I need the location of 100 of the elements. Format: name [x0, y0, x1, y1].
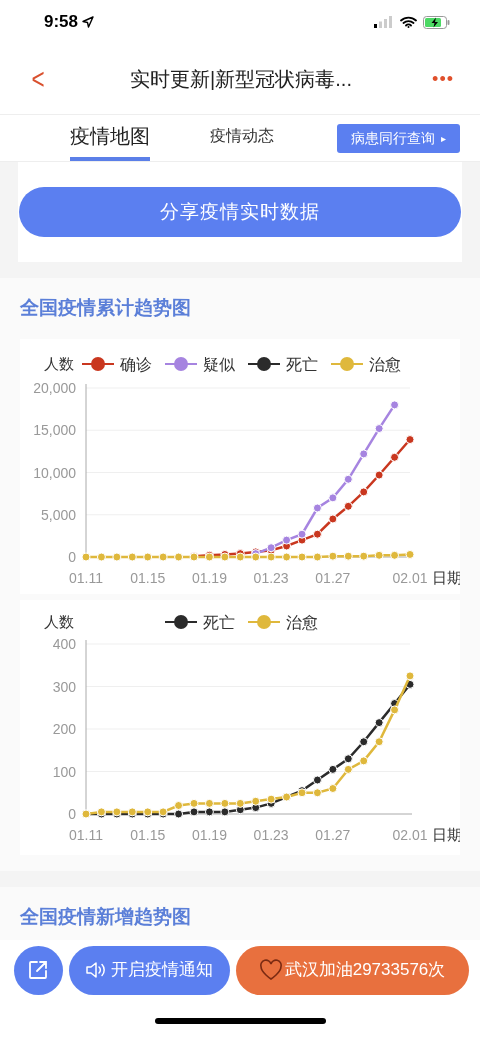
point — [374, 550, 384, 560]
notify-button[interactable]: 开启疫情通知 — [68, 945, 230, 995]
legend-label: 治愈 — [286, 613, 318, 631]
back-button[interactable]: < — [29, 64, 47, 94]
y-tick-label: 5,000 — [40, 506, 76, 523]
point — [374, 423, 384, 433]
legend-marker — [81, 356, 115, 371]
legend-label: 确诊 — [120, 355, 152, 373]
y-tick-label: 200 — [52, 720, 76, 737]
point — [312, 787, 322, 797]
point — [343, 753, 353, 763]
x-tick-label: 01.23 — [253, 826, 289, 843]
point — [374, 470, 384, 480]
legend-marker — [164, 356, 198, 371]
point — [174, 552, 184, 561]
point — [251, 552, 261, 561]
y-tick-label: 10,000 — [33, 464, 76, 480]
legend-marker — [164, 614, 198, 629]
point — [328, 783, 338, 793]
section-title: 全国疫情累计趋势图 — [19, 296, 192, 320]
point — [282, 535, 292, 545]
point — [81, 552, 91, 561]
point — [204, 798, 214, 808]
point — [343, 501, 353, 511]
point — [374, 736, 384, 746]
x-tick-label: 01.11 — [69, 569, 103, 586]
point — [343, 551, 353, 561]
x-tick-label: 01.27 — [315, 569, 351, 586]
x-tick-label: 01.19 — [191, 569, 227, 586]
query-button[interactable]: 病患同行查询 ▸ — [337, 124, 460, 153]
x-tick-label: 01.19 — [191, 826, 227, 843]
point — [174, 809, 184, 818]
point — [359, 551, 369, 561]
axis-title: 人数 — [44, 612, 74, 630]
tab[interactable]: 疫情动态 — [210, 115, 274, 161]
point — [390, 550, 400, 560]
x-tick-label: 01.27 — [315, 826, 351, 843]
point — [312, 529, 322, 539]
share-icon — [28, 960, 48, 980]
y-tick-label: 0 — [68, 548, 76, 565]
point — [220, 798, 230, 808]
axis-title: 日期 — [432, 568, 460, 586]
share-button[interactable]: 分享疫情实时数据 — [19, 187, 461, 237]
legend-label: 治愈 — [369, 355, 401, 373]
point — [96, 552, 106, 561]
status-time: 9:58 — [44, 11, 79, 34]
point — [328, 551, 338, 561]
point — [266, 794, 276, 804]
more-button[interactable]: ••• — [432, 65, 454, 93]
legend-label: 死亡 — [286, 355, 318, 373]
point — [266, 552, 276, 561]
point — [112, 552, 122, 561]
point — [297, 552, 307, 561]
x-tick-label: 01.23 — [253, 569, 289, 586]
point — [405, 434, 415, 444]
y-tick-label: 0 — [68, 805, 76, 822]
cheer-button[interactable]: 武汉加油29733576次 — [235, 945, 469, 995]
point — [235, 798, 245, 808]
point — [343, 474, 353, 484]
y-tick-label: 300 — [52, 678, 76, 694]
page-title: 实时更新|新型冠状病毒... — [130, 67, 352, 92]
point — [251, 796, 261, 806]
x-tick-label: 02.01 — [392, 569, 428, 586]
y-tick-label: 100 — [52, 763, 76, 779]
legend-marker — [330, 356, 364, 371]
heart-icon — [258, 959, 283, 981]
y-tick-label: 400 — [52, 635, 76, 652]
point — [405, 549, 415, 559]
battery-icon — [423, 15, 450, 29]
wifi-icon — [400, 16, 417, 28]
axis-title: 日期 — [432, 825, 460, 843]
point — [297, 529, 307, 539]
point — [158, 552, 168, 561]
signal-icon — [374, 16, 394, 28]
point — [127, 552, 137, 561]
x-tick-label: 02.01 — [392, 826, 428, 843]
legend-label: 死亡 — [203, 613, 235, 631]
section-title: 全国疫情新增趋势图 — [19, 904, 192, 929]
y-tick-label: 20,000 — [33, 379, 76, 396]
location-icon — [82, 16, 95, 28]
point — [282, 552, 292, 561]
point — [390, 452, 400, 462]
point — [390, 704, 400, 714]
y-tick-label: 15,000 — [33, 421, 76, 438]
point — [343, 764, 353, 774]
point — [189, 798, 199, 808]
legend-marker — [247, 356, 281, 371]
point — [312, 775, 322, 784]
legend-marker — [247, 614, 281, 629]
point — [235, 552, 245, 561]
speaker-icon — [85, 961, 107, 979]
point — [374, 717, 384, 727]
x-tick-label: 01.11 — [69, 826, 103, 843]
x-tick-label: 01.15 — [130, 826, 166, 843]
point — [312, 552, 322, 561]
point — [143, 552, 153, 561]
x-tick-label: 01.15 — [130, 569, 166, 586]
point — [328, 492, 338, 502]
point — [359, 736, 369, 746]
axis-title: 人数 — [44, 354, 74, 372]
